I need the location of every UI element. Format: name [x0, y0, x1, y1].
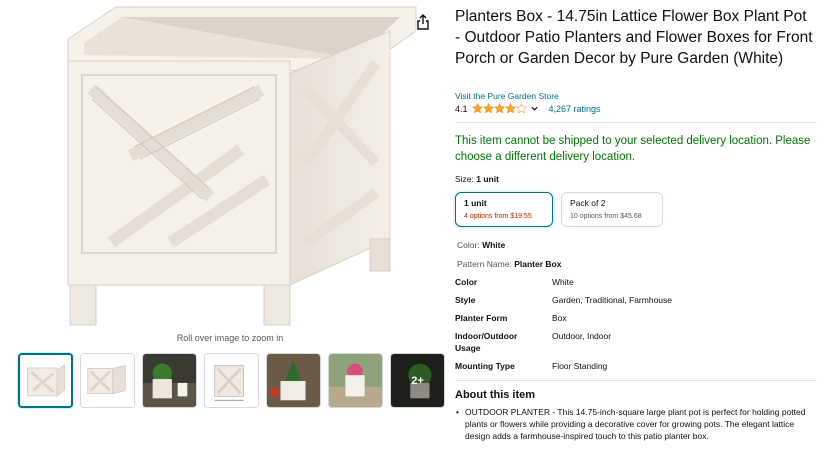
- spec-value: Garden, Traditional, Farmhouse: [552, 295, 673, 305]
- lifestyle-thumbnail-image: [267, 354, 320, 407]
- divider: [455, 122, 817, 123]
- zoom-hint: Roll over image to zoom in: [176, 333, 284, 343]
- size-option-pack-of-2[interactable]: Pack of 2 10 options from $45.68: [561, 192, 663, 227]
- thumbnail-3[interactable]: [142, 353, 197, 408]
- spec-key: Indoor/Outdoor Usage: [455, 331, 518, 353]
- color-attribute-value: White: [482, 240, 506, 250]
- size-label-text: Size:: [455, 174, 474, 184]
- shipping-unavailable-message: This item cannot be shipped to your sele…: [455, 135, 811, 163]
- size-option-title: 1 unit: [464, 198, 487, 208]
- store-link[interactable]: Visit the Pure Garden Store: [455, 91, 559, 101]
- divider: [455, 380, 817, 381]
- pattern-attribute-value: Planter Box: [514, 259, 562, 269]
- thumbnail-4[interactable]: [204, 353, 259, 408]
- thumbnail-5[interactable]: [266, 353, 321, 408]
- ratings-count-link[interactable]: 4,267 ratings: [549, 104, 601, 114]
- spec-key: Mounting Type: [455, 361, 515, 371]
- color-attribute: Color: White: [457, 240, 505, 250]
- star-icon: [504, 103, 516, 114]
- thumbnail-7-video[interactable]: 2+: [390, 353, 445, 408]
- spec-value: White: [552, 277, 574, 287]
- planter-thumbnail-image: [81, 354, 134, 407]
- spec-row: Style Garden, Traditional, Farmhouse: [455, 294, 815, 306]
- dimensions-thumbnail-image: [205, 354, 258, 407]
- rating-row: 4.1 4,267 ratings: [455, 103, 601, 114]
- spec-row: Color White: [455, 276, 815, 288]
- size-option-title: Pack of 2: [570, 198, 606, 208]
- chevron-down-icon[interactable]: [530, 104, 539, 113]
- product-specs-table: Color White Style Garden, Traditional, F…: [455, 276, 815, 372]
- planter-box-image: [67, 6, 417, 326]
- size-selected-value: 1 unit: [476, 174, 499, 184]
- spec-key: Color: [455, 277, 478, 287]
- thumbnail-2[interactable]: [80, 353, 135, 408]
- thumbnail-1[interactable]: [18, 353, 73, 408]
- more-media-count: 2+: [411, 374, 424, 387]
- spec-value: Outdoor, Indoor: [552, 331, 612, 341]
- spec-row: Indoor/Outdoor Usage Outdoor, Indoor: [455, 330, 815, 354]
- star-rating[interactable]: [471, 103, 527, 114]
- lifestyle-thumbnail-image: [143, 354, 196, 407]
- product-title: Planters Box - 14.75in Lattice Flower Bo…: [455, 8, 813, 67]
- pattern-attribute-label: Pattern Name:: [457, 259, 512, 269]
- about-bullets: OUTDOOR PLANTER - This 14.75-inch-square…: [455, 406, 810, 442]
- spec-key: Planter Form: [455, 313, 508, 323]
- star-icon: [482, 103, 494, 114]
- spec-value: Floor Standing: [552, 361, 608, 371]
- rating-value: 4.1: [455, 103, 468, 114]
- thumbnail-6[interactable]: [328, 353, 383, 408]
- spec-row: Mounting Type Floor Standing: [455, 360, 815, 372]
- pattern-attribute: Pattern Name: Planter Box: [457, 259, 561, 269]
- size-option-price: 4 options from $19.55: [464, 213, 532, 220]
- star-icon: [493, 103, 505, 114]
- about-heading: About this item: [455, 389, 536, 401]
- main-product-image[interactable]: [56, 3, 418, 327]
- color-attribute-label: Color:: [457, 240, 480, 250]
- size-option-1-unit[interactable]: 1 unit 4 options from $19.55: [455, 192, 553, 227]
- planter-thumbnail-image: [20, 355, 71, 406]
- spec-key: Style: [455, 295, 476, 305]
- size-label: Size: 1 unit: [455, 174, 499, 184]
- lifestyle-thumbnail-image: [329, 354, 382, 407]
- spec-value: Box: [552, 313, 567, 323]
- size-option-price: 10 options from $45.68: [570, 213, 642, 220]
- about-bullet: OUTDOOR PLANTER - This 14.75-inch-square…: [455, 406, 810, 442]
- thumbnail-strip: 2+: [18, 353, 445, 408]
- star-icon: [471, 103, 483, 114]
- spec-row: Planter Form Box: [455, 312, 815, 324]
- star-icon-partial: [515, 103, 527, 114]
